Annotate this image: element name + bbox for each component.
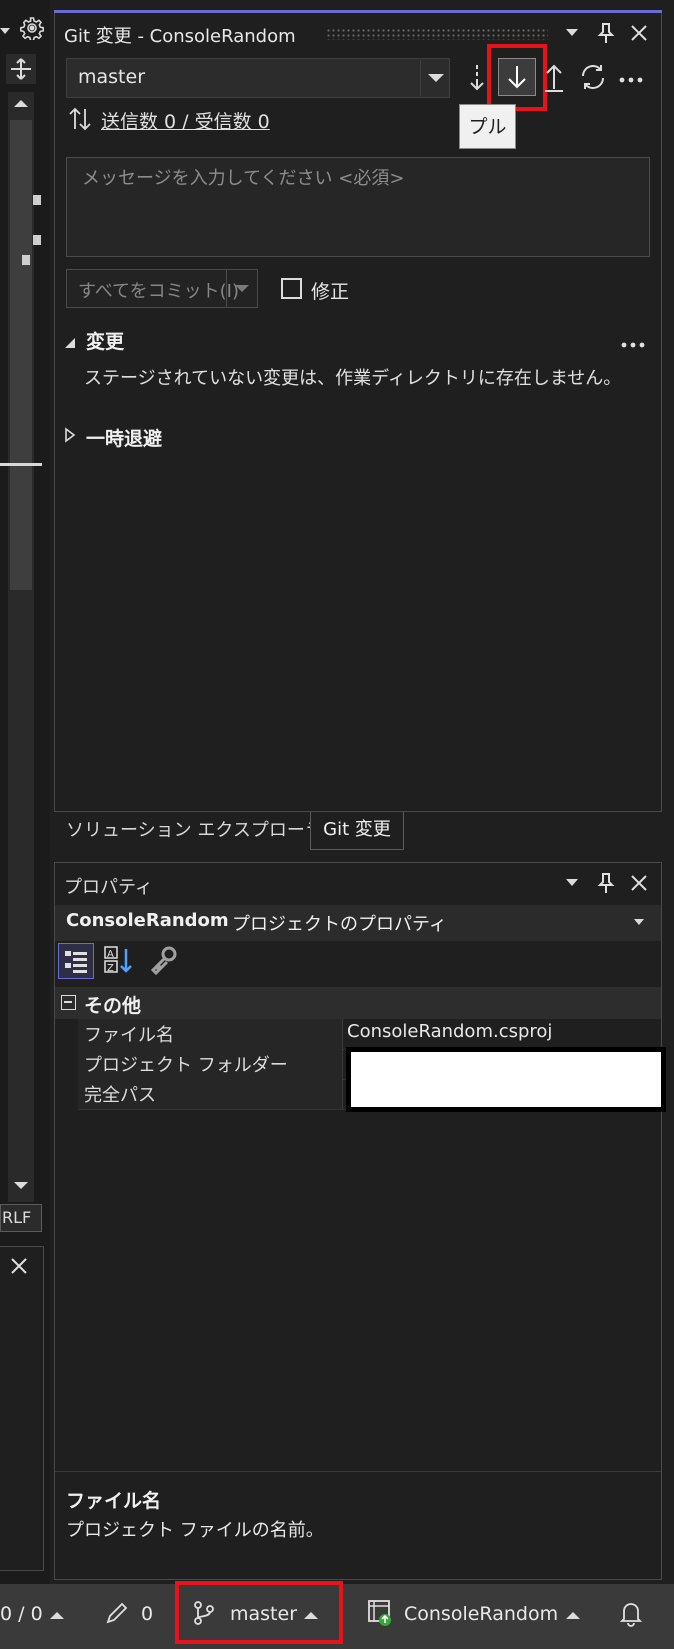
caret-line xyxy=(0,463,42,466)
description-title: ファイル名 xyxy=(66,1490,162,1512)
column-divider xyxy=(342,1019,343,1049)
branch-highlight xyxy=(175,1581,343,1644)
svg-text:Z: Z xyxy=(107,963,114,974)
window-menu-icon[interactable] xyxy=(566,27,582,39)
description-text: プロジェクト ファイルの名前。 xyxy=(66,1520,324,1541)
category-row[interactable] xyxy=(55,987,661,1019)
changes-section-title[interactable]: 変更 xyxy=(86,327,124,354)
commit-all-label: すべてをコミット(I) xyxy=(78,281,240,302)
changes-empty-text: ステージされていない変更は、作業ディレクトリに存在しません。 xyxy=(84,368,622,389)
pending-changes-count[interactable]: 0 xyxy=(141,1603,153,1625)
commit-options-dropdown[interactable] xyxy=(226,270,257,307)
status-repo-name[interactable]: ConsoleRandom xyxy=(404,1603,558,1625)
property-name: ファイル名 xyxy=(84,1025,174,1046)
property-value: ConsoleRandom.csproj xyxy=(347,1021,553,1042)
expand-icon[interactable] xyxy=(64,426,76,443)
close-icon[interactable] xyxy=(628,22,650,44)
pencil-icon[interactable] xyxy=(104,1600,130,1626)
dropdown-arrow-icon[interactable] xyxy=(0,24,12,40)
tab-git-changes[interactable]: Git 変更 xyxy=(310,812,404,850)
tab-solution-explorer[interactable]: ソリューション エクスプローラー xyxy=(56,812,351,850)
stash-section-title[interactable]: 一時退避 xyxy=(86,424,162,451)
push-pull-counter[interactable]: 0 / 0 xyxy=(0,1603,43,1625)
scroll-marker xyxy=(33,235,41,245)
scroll-marker xyxy=(22,255,30,265)
gear-icon[interactable] xyxy=(19,16,45,42)
active-panel-accent xyxy=(54,10,662,13)
repo-icon[interactable] xyxy=(366,1598,394,1628)
pull-highlight xyxy=(487,44,547,111)
more-icon[interactable] xyxy=(618,70,644,84)
push-icon[interactable] xyxy=(541,60,567,94)
scrollbar-thumb[interactable] xyxy=(10,120,32,590)
more-icon[interactable] xyxy=(620,335,646,349)
chevron-up-icon[interactable] xyxy=(566,1612,580,1619)
column-divider xyxy=(342,1049,343,1079)
close-icon[interactable] xyxy=(628,872,650,894)
category-title: その他 xyxy=(84,995,142,1017)
line-ending-indicator[interactable]: RLF xyxy=(0,1204,42,1232)
window-menu-icon[interactable] xyxy=(566,877,582,889)
column-divider xyxy=(342,1079,343,1109)
categorized-icon[interactable] xyxy=(58,943,94,979)
branch-name: master xyxy=(78,66,146,88)
title-grip[interactable] xyxy=(326,28,548,40)
bell-icon[interactable] xyxy=(618,1599,644,1627)
property-pages-icon[interactable] xyxy=(146,943,182,979)
object-type: プロジェクトのプロパティ xyxy=(232,914,447,935)
chevron-up-icon[interactable] xyxy=(50,1612,64,1619)
sync-status-link[interactable]: 送信数 0 / 受信数 0 xyxy=(101,107,270,134)
property-name: プロジェクト フォルダー xyxy=(84,1055,288,1076)
pin-icon[interactable] xyxy=(596,872,616,894)
close-icon[interactable] xyxy=(8,1255,30,1277)
scroll-up-icon[interactable] xyxy=(14,100,28,107)
scroll-marker xyxy=(33,195,41,205)
move-icon[interactable] xyxy=(6,54,36,84)
sync-icon[interactable] xyxy=(578,62,608,92)
chevron-down-icon[interactable] xyxy=(634,919,646,927)
object-name: ConsoleRandom xyxy=(66,910,229,931)
pin-icon[interactable] xyxy=(596,22,616,44)
commit-message-placeholder: メッセージを入力してください <必須> xyxy=(82,168,405,189)
chevron-down-icon[interactable] xyxy=(420,60,450,96)
property-name: 完全パス xyxy=(84,1085,156,1106)
left-lower-panel xyxy=(0,1246,44,1571)
pull-tooltip: プル xyxy=(459,104,516,149)
alphabetical-icon[interactable]: AZ xyxy=(100,943,136,979)
collapse-icon[interactable] xyxy=(64,332,76,348)
svg-text:A: A xyxy=(107,949,114,960)
property-row[interactable]: ファイル名 ConsoleRandom.csproj xyxy=(78,1019,662,1050)
amend-checkbox[interactable] xyxy=(281,278,302,299)
properties-title: プロパティ xyxy=(64,877,153,898)
collapse-box-icon[interactable] xyxy=(61,995,76,1010)
left-editor-strip: RLF xyxy=(0,0,50,1649)
sort-icon xyxy=(68,106,92,132)
redacted-block xyxy=(346,1047,666,1112)
amend-label: 修正 xyxy=(311,281,350,303)
panel-title: Git 変更 - ConsoleRandom xyxy=(64,26,296,47)
scroll-down-icon[interactable] xyxy=(14,1182,28,1189)
